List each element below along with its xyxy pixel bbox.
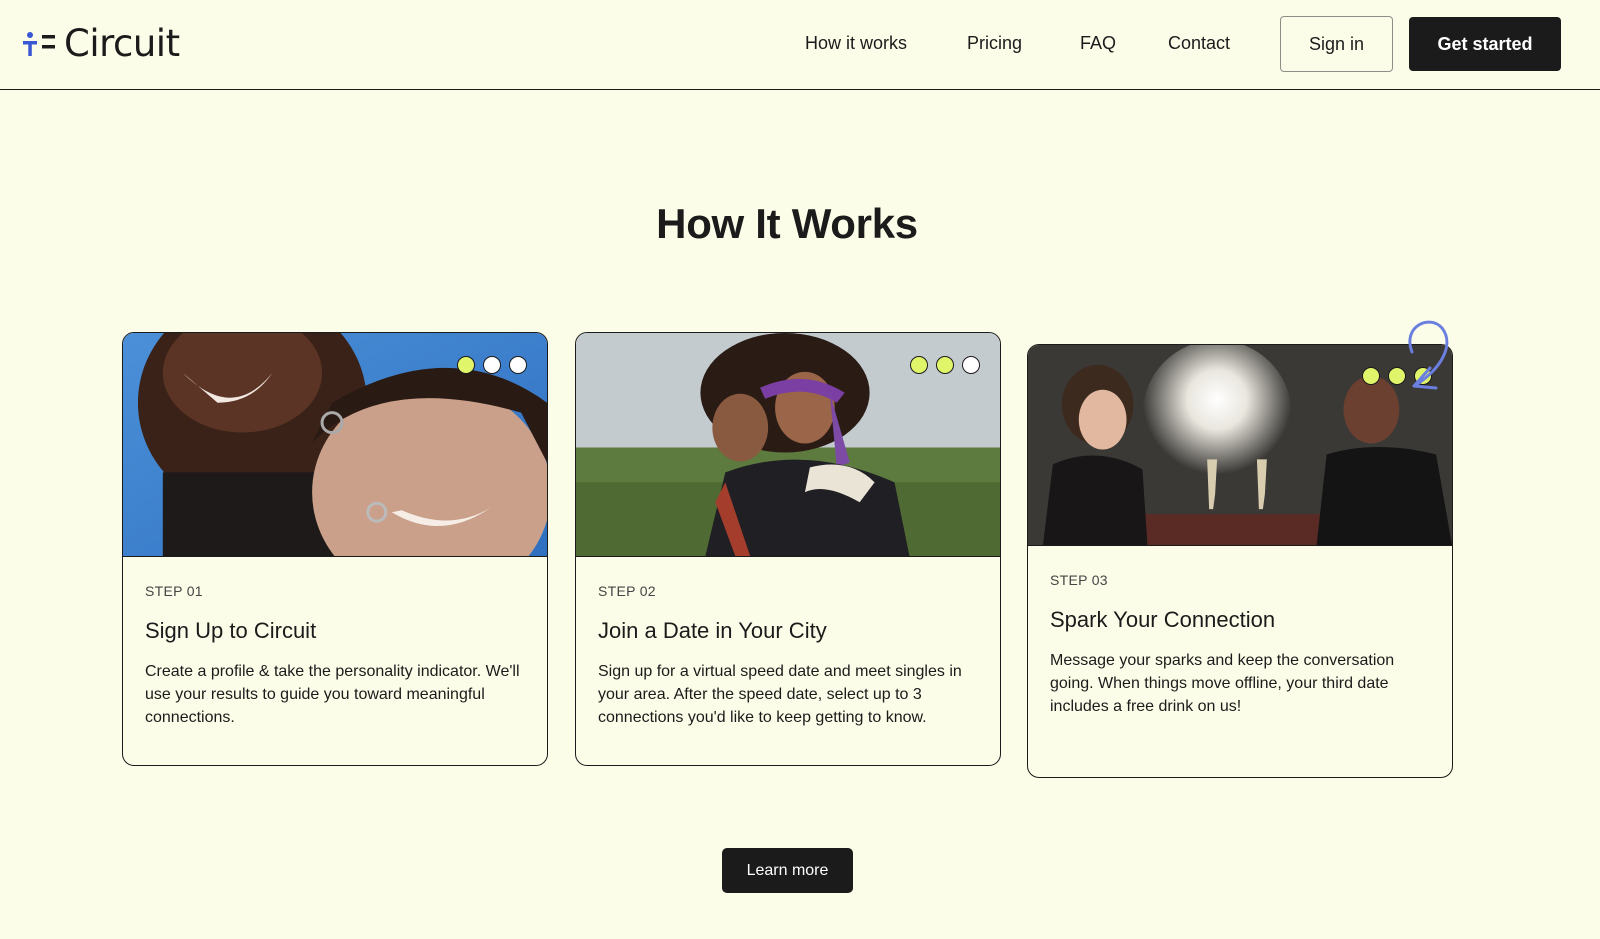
step-1-progress-dots: [457, 356, 527, 374]
step-description: Create a profile & take the personality …: [145, 663, 520, 726]
step-description: Sign up for a virtual speed date and mee…: [598, 663, 962, 726]
step-2-progress-dots: [910, 356, 980, 374]
step-title: Sign Up to Circuit: [145, 618, 317, 643]
step-2-photo: [576, 333, 1000, 557]
nav-link-pricing[interactable]: Pricing: [967, 33, 1022, 54]
progress-dot: [962, 356, 980, 374]
progress-dot: [1362, 367, 1380, 385]
get-started-button[interactable]: Get started: [1409, 17, 1561, 71]
brand-logo[interactable]: Circuit: [22, 21, 180, 65]
site-header: Circuit How it works Pricing FAQ Contact…: [0, 0, 1600, 90]
progress-dot: [483, 356, 501, 374]
section-title: How It Works: [656, 200, 918, 247]
nav-link-contact[interactable]: Contact: [1168, 33, 1230, 54]
progress-dot: [509, 356, 527, 374]
nav-link-faq[interactable]: FAQ: [1080, 33, 1116, 54]
progress-dot: [457, 356, 475, 374]
step-3-photo: [1028, 345, 1452, 546]
step-1-photo: [123, 333, 547, 557]
progress-dot: [936, 356, 954, 374]
step-label: STEP 03: [1050, 572, 1108, 588]
curved-arrow-icon: [1408, 320, 1449, 390]
nav-link-how-it-works[interactable]: How it works: [805, 33, 907, 54]
step-card-3: STEP 03 Spark Your Connection Message yo…: [1027, 344, 1453, 778]
step-label: STEP 01: [145, 583, 203, 599]
step-description: Message your sparks and keep the convers…: [1050, 652, 1395, 715]
step-title: Join a Date in Your City: [598, 618, 827, 643]
step-label: STEP 02: [598, 583, 656, 599]
brand-name: Circuit: [64, 21, 180, 65]
learn-more-button[interactable]: Learn more: [722, 848, 853, 893]
step-title: Spark Your Connection: [1050, 607, 1276, 632]
step-card-1: STEP 01 Sign Up to Circuit Create a prof…: [122, 332, 548, 766]
sign-in-button[interactable]: Sign in: [1280, 16, 1393, 72]
circuit-logo-icon: [23, 32, 55, 56]
progress-dot: [910, 356, 928, 374]
step-card-2: STEP 02 Join a Date in Your City Sign up…: [575, 332, 1001, 766]
